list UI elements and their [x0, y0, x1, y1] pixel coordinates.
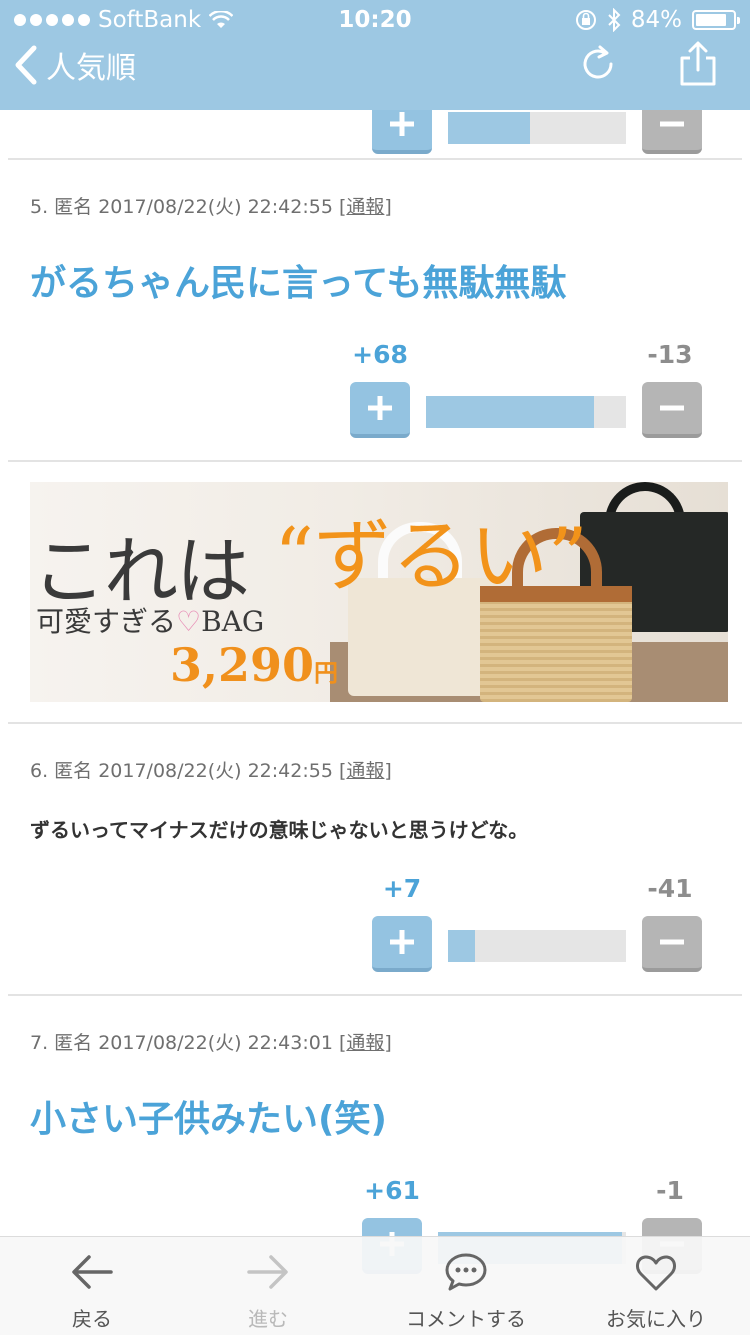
heart-icon: ♡: [176, 605, 202, 638]
toolbar-favorite-label: お気に入り: [606, 1307, 706, 1331]
vote-ratio-bar: [448, 112, 626, 144]
heart-icon: [636, 1255, 676, 1291]
plus-icon: [390, 112, 414, 136]
minus-icon: [660, 405, 684, 411]
minus-button[interactable]: [642, 916, 702, 972]
ad-subtitle: 可愛すぎる♡BAG: [36, 600, 264, 640]
comment-meta: 5. 匿名 2017/08/22(火) 22:42:55 [通報]: [30, 192, 392, 219]
minus-icon: [660, 939, 684, 945]
toolbar-forward-button[interactable]: 進む: [178, 1237, 358, 1335]
arrow-right-icon: [247, 1255, 288, 1289]
vote-widget: +68 -13: [340, 340, 710, 440]
minus-count: -1: [656, 1176, 684, 1205]
bottom-toolbar: 戻る 進む コメントする お気に入り: [0, 1236, 750, 1335]
comment-meta-end: ]: [384, 1032, 392, 1054]
divider: [8, 994, 742, 996]
arrow-left-icon: [72, 1255, 113, 1289]
toolbar-favorite-button[interactable]: お気に入り: [566, 1237, 746, 1335]
vote-widget: +7 -41: [340, 874, 710, 974]
battery-icon: [692, 10, 740, 30]
vote-ratio-bar: [426, 396, 626, 428]
toolbar-comment-label: コメントする: [406, 1307, 526, 1331]
ad-price-unit: 円: [314, 658, 339, 687]
comment-meta: 6. 匿名 2017/08/22(火) 22:42:55 [通報]: [30, 756, 392, 783]
report-link[interactable]: 通報: [346, 760, 384, 782]
divider: [8, 158, 742, 160]
plus-count: +7: [382, 874, 422, 903]
back-label: 人気順: [46, 51, 136, 86]
chevron-left-icon: [15, 45, 37, 85]
divider: [8, 460, 742, 462]
battery-fill: [696, 14, 727, 26]
vote-ratio-bar: [448, 930, 626, 962]
vote-ratio-fill: [448, 112, 530, 144]
rotation-lock-icon: [575, 10, 596, 30]
comment-meta-text: 6. 匿名 2017/08/22(火) 22:42:55 [: [30, 760, 347, 782]
comment-meta-end: ]: [384, 196, 392, 218]
top-bar: SoftBank 10:20 84% 人気順: [0, 0, 750, 110]
plus-icon: [390, 930, 414, 954]
ad-subtitle-text: 可愛すぎる: [36, 605, 177, 638]
divider: [8, 722, 742, 724]
status-bar: SoftBank 10:20 84%: [0, 0, 750, 40]
toolbar-back-label: 戻る: [72, 1307, 112, 1331]
comment-text: ずるいってマイナスだけの意味じゃないと思うけどな。: [30, 818, 529, 842]
comment-meta-text: 5. 匿名 2017/08/22(火) 22:42:55 [: [30, 196, 347, 218]
toolbar-back-button[interactable]: 戻る: [2, 1237, 182, 1335]
vote-ratio-fill: [448, 930, 475, 962]
plus-count: +68: [352, 340, 408, 369]
plus-icon: [368, 396, 392, 420]
nav-bar: 人気順: [0, 40, 750, 110]
minus-count: -13: [647, 340, 693, 369]
speech-bubble-icon: [445, 1253, 487, 1291]
toolbar-forward-label: 進む: [248, 1307, 288, 1331]
comment-text: がるちゃん民に言っても無駄無駄: [30, 263, 567, 304]
ad-banner[interactable]: これは “ずるい” 可愛すぎる♡BAG 3,290円: [30, 482, 728, 702]
battery-percent: 84%: [630, 7, 682, 33]
comment-meta-text: 7. 匿名 2017/08/22(火) 22:43:01 [: [30, 1032, 347, 1054]
ad-headline-accent: “ずるい”: [274, 512, 588, 602]
ad-price-value: 3,290: [170, 638, 315, 692]
comment-meta: 7. 匿名 2017/08/22(火) 22:43:01 [通報]: [30, 1028, 392, 1055]
ad-subtitle-bag: BAG: [201, 605, 265, 638]
comment-text: 小さい子供みたい(笑): [30, 1099, 387, 1140]
share-icon[interactable]: [676, 40, 720, 88]
report-link[interactable]: 通報: [346, 1032, 384, 1054]
comment-meta-end: ]: [384, 760, 392, 782]
ad-price: 3,290円: [170, 638, 338, 692]
plus-button[interactable]: [350, 382, 410, 438]
minus-count: -41: [647, 874, 693, 903]
plus-count: +61: [364, 1176, 420, 1205]
report-link[interactable]: 通報: [346, 196, 384, 218]
minus-icon: [660, 121, 684, 127]
vote-ratio-fill: [426, 396, 594, 428]
toolbar-comment-button[interactable]: コメントする: [376, 1237, 556, 1335]
minus-button[interactable]: [642, 382, 702, 438]
plus-button[interactable]: [372, 916, 432, 972]
bluetooth-icon: [608, 8, 621, 32]
back-button[interactable]: 人気順: [14, 40, 136, 90]
reload-icon[interactable]: [578, 44, 618, 84]
